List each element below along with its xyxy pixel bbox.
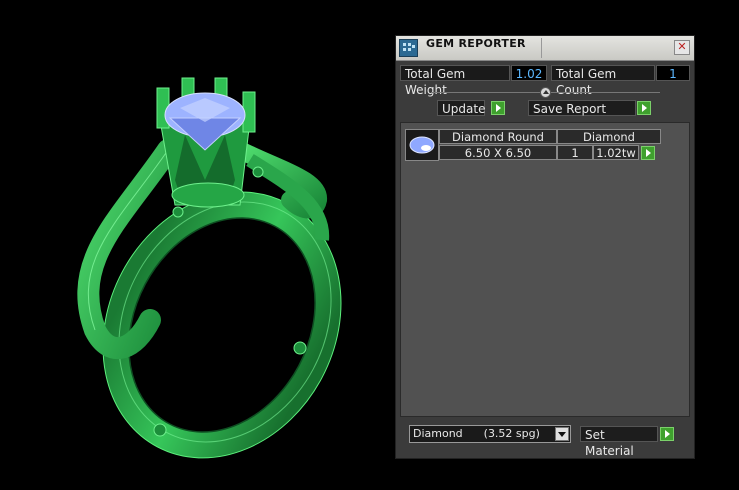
gem-row-go-arrow-icon[interactable]	[641, 146, 655, 160]
title-bar[interactable]: GEM REPORTER ✕	[396, 36, 694, 61]
total-gem-weight-value: 1.02	[511, 65, 547, 81]
slider-knob-icon[interactable]	[540, 87, 551, 98]
gem-size-cell: 6.50 X 6.50	[439, 145, 557, 160]
set-material-button[interactable]: Set Material	[580, 426, 658, 458]
material-select[interactable]: Diamond (3.52 spg)	[409, 425, 571, 443]
app-icon	[399, 39, 418, 57]
gem-quantity-cell: 1	[557, 145, 593, 160]
gem-weight-cell: 1.02tw	[593, 145, 639, 160]
title-divider	[541, 38, 542, 58]
update-go-arrow-icon[interactable]	[491, 101, 505, 115]
set-material-go-arrow-icon[interactable]	[660, 427, 674, 441]
total-gem-count-value: 1	[656, 65, 690, 81]
gem-reporter-panel: GEM REPORTER ✕ Total Gem Weight 1.02 Tot…	[395, 35, 695, 459]
ring-model[interactable]	[0, 0, 395, 490]
save-report-go-arrow-icon[interactable]	[637, 101, 651, 115]
close-icon[interactable]: ✕	[674, 40, 690, 55]
gem-material-cell: Diamond	[557, 129, 661, 144]
gem-shape-cell: Diamond Round	[439, 129, 557, 144]
dropdown-arrow-icon[interactable]	[555, 427, 569, 441]
window-title: GEM REPORTER	[426, 37, 526, 50]
save-report-button[interactable]: Save Report	[528, 100, 636, 116]
gem-list[interactable]: Diamond Round Diamond 6.50 X 6.50 1 1.02…	[400, 122, 690, 417]
total-gem-count-label: Total Gem Count	[551, 65, 655, 97]
update-button[interactable]: Update	[437, 100, 485, 116]
total-gem-weight-label: Total Gem Weight	[400, 65, 510, 97]
gem-thumbnail-icon	[405, 129, 439, 161]
material-select-value: Diamond (3.52 spg)	[413, 427, 540, 440]
